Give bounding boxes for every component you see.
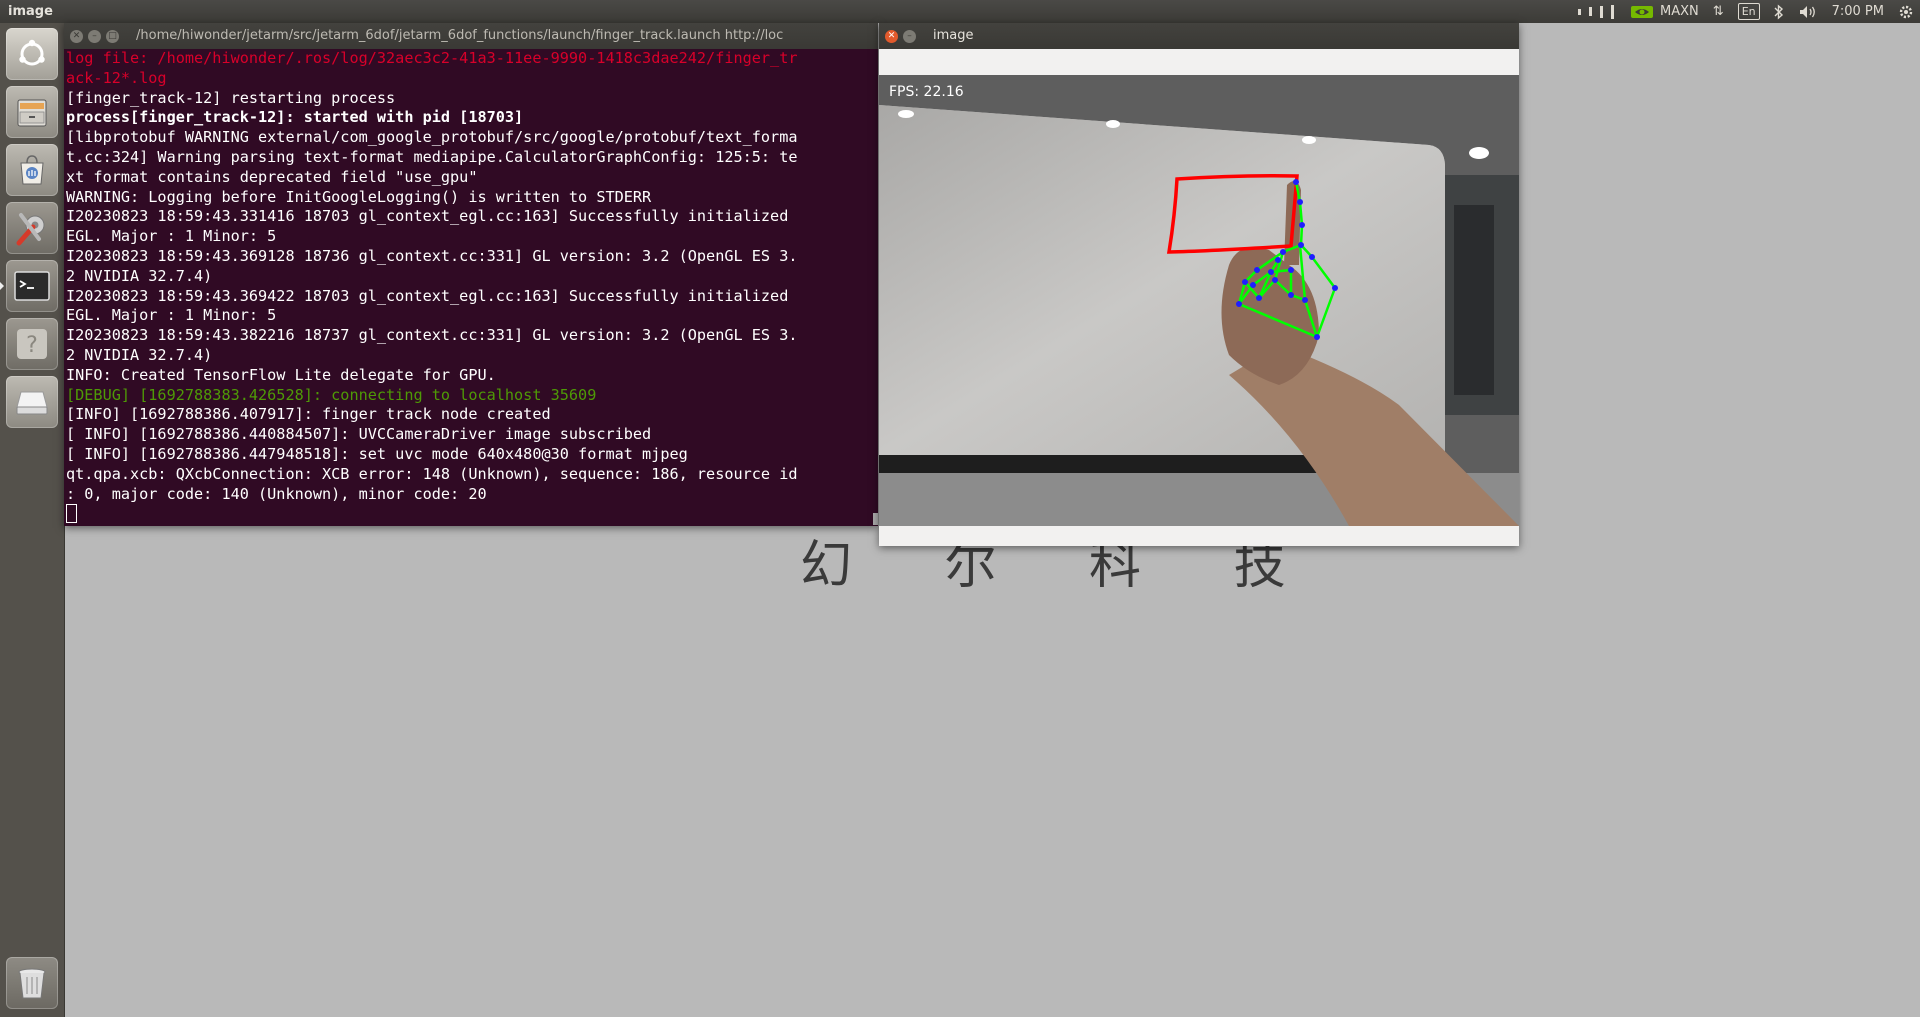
terminal-line: I20230823 18:59:43.382216 18737 gl_conte… bbox=[66, 326, 798, 345]
launcher-help[interactable]: ? bbox=[6, 318, 58, 370]
terminal-line: [libprotobuf WARNING external/com_google… bbox=[66, 128, 798, 147]
camera-feed: FPS: 22.16 bbox=[879, 75, 1519, 526]
power-mode-indicator[interactable]: MAXN bbox=[1630, 0, 1699, 23]
image-window[interactable]: ✕ – image FPS: 22.16 bbox=[879, 23, 1519, 546]
bluetooth-icon[interactable] bbox=[1774, 3, 1784, 20]
maximize-icon[interactable]: □ bbox=[106, 30, 119, 43]
camera-scene bbox=[879, 75, 1519, 526]
terminal-title: /home/hiwonder/jetarm/src/jetarm_6dof/je… bbox=[136, 28, 784, 43]
power-mode-label: MAXN bbox=[1660, 4, 1699, 19]
fps-label: FPS: 22.16 bbox=[889, 84, 964, 100]
terminal-line: [DEBUG] [1692788383.426528]: connecting … bbox=[66, 385, 597, 404]
file-cabinet-icon bbox=[17, 99, 47, 127]
terminal-line: EGL. Major : 1 Minor: 5 bbox=[66, 227, 277, 246]
terminal-scrollbar[interactable] bbox=[873, 513, 878, 525]
terminal-line: : 0, major code: 140 (Unknown), minor co… bbox=[66, 484, 487, 503]
launcher-removable-drive[interactable] bbox=[6, 376, 58, 428]
ubuntu-logo-icon bbox=[19, 39, 45, 66]
close-icon[interactable]: ✕ bbox=[885, 30, 898, 43]
close-icon[interactable]: ✕ bbox=[70, 30, 83, 43]
terminal-cursor bbox=[66, 504, 77, 524]
launcher-dash-home[interactable] bbox=[6, 28, 58, 80]
clock[interactable]: 7:00 PM bbox=[1832, 0, 1884, 23]
question-icon: ? bbox=[17, 329, 47, 359]
terminal-icon bbox=[14, 271, 50, 301]
terminal-line: EGL. Major : 1 Minor: 5 bbox=[66, 306, 277, 325]
terminal-line: [ INFO] [1692788386.447948518]: set uvc … bbox=[66, 444, 688, 463]
terminal-line: [finger_track-12] restarting process bbox=[66, 88, 396, 107]
terminal-line: I20230823 18:59:43.369128 18736 gl_conte… bbox=[66, 246, 798, 265]
gear-icon[interactable] bbox=[1898, 4, 1914, 20]
terminal-line: I20230823 18:59:43.369422 18703 gl_conte… bbox=[66, 286, 789, 305]
terminal-line: process[finger_track-12]: started with p… bbox=[66, 108, 524, 127]
launcher: ? bbox=[0, 23, 65, 1017]
terminal-line: WARNING: Logging before InitGoogleLoggin… bbox=[66, 187, 652, 206]
tools-icon bbox=[16, 213, 45, 246]
volume-icon[interactable] bbox=[1798, 4, 1818, 20]
drive-icon bbox=[16, 391, 48, 415]
terminal-line: qt.qpa.xcb: QXcbConnection: XCB error: 1… bbox=[66, 464, 798, 483]
launcher-software-center[interactable] bbox=[6, 144, 58, 196]
launcher-terminal[interactable] bbox=[0, 260, 58, 312]
terminal-titlebar[interactable]: ✕ – □ /home/hiwonder/jetarm/src/jetarm_6… bbox=[64, 23, 878, 49]
terminal-line: I20230823 18:59:43.331416 18703 gl_conte… bbox=[66, 207, 789, 226]
terminal-line: ack-12*.log bbox=[66, 68, 167, 87]
terminal-line: log file: /home/hiwonder/.ros/log/32aec3… bbox=[66, 49, 798, 67]
terminal-line: 2 NVIDIA 32.7.4) bbox=[66, 266, 213, 285]
launcher-trash[interactable] bbox=[6, 957, 58, 1009]
keyboard-layout-label: En bbox=[1737, 3, 1760, 20]
shopping-bag-icon bbox=[20, 155, 44, 185]
svg-text:?: ? bbox=[26, 333, 38, 358]
transfer-arrows-icon[interactable]: ⇅ bbox=[1713, 0, 1724, 23]
terminal-line: xt format contains deprecated field "use… bbox=[66, 167, 478, 186]
nvidia-icon bbox=[1631, 5, 1654, 18]
terminal-line: t.cc:324] Warning parsing text-format me… bbox=[66, 147, 798, 166]
minimize-icon[interactable]: – bbox=[903, 30, 916, 43]
terminal-line: 2 NVIDIA 32.7.4) bbox=[66, 345, 213, 364]
image-titlebar[interactable]: ✕ – image bbox=[879, 23, 1519, 49]
minimize-icon[interactable]: – bbox=[88, 30, 101, 43]
terminal-line: INFO: Created TensorFlow Lite delegate f… bbox=[66, 365, 496, 384]
terminal-window[interactable]: ✕ – □ /home/hiwonder/jetarm/src/jetarm_6… bbox=[64, 23, 878, 526]
keyboard-layout-indicator[interactable]: En bbox=[1737, 3, 1760, 20]
image-window-title: image bbox=[933, 28, 974, 43]
top-panel: image MAXN ⇅ En 7:00 PM bbox=[0, 0, 1920, 23]
active-app-name: image bbox=[8, 4, 53, 19]
launcher-files[interactable] bbox=[6, 86, 58, 138]
indicator-area: MAXN ⇅ En 7:00 PM bbox=[1578, 0, 1914, 23]
terminal-line: [INFO] [1692788386.407917]: finger track… bbox=[66, 405, 551, 424]
trash-icon bbox=[18, 968, 46, 999]
terminal-line: [ INFO] [1692788386.440884507]: UVCCamer… bbox=[66, 425, 652, 444]
terminal-output[interactable]: log file: /home/hiwonder/.ros/log/32aec3… bbox=[66, 49, 872, 526]
network-bars-icon[interactable] bbox=[1578, 4, 1616, 19]
launcher-system-settings[interactable] bbox=[6, 202, 58, 254]
